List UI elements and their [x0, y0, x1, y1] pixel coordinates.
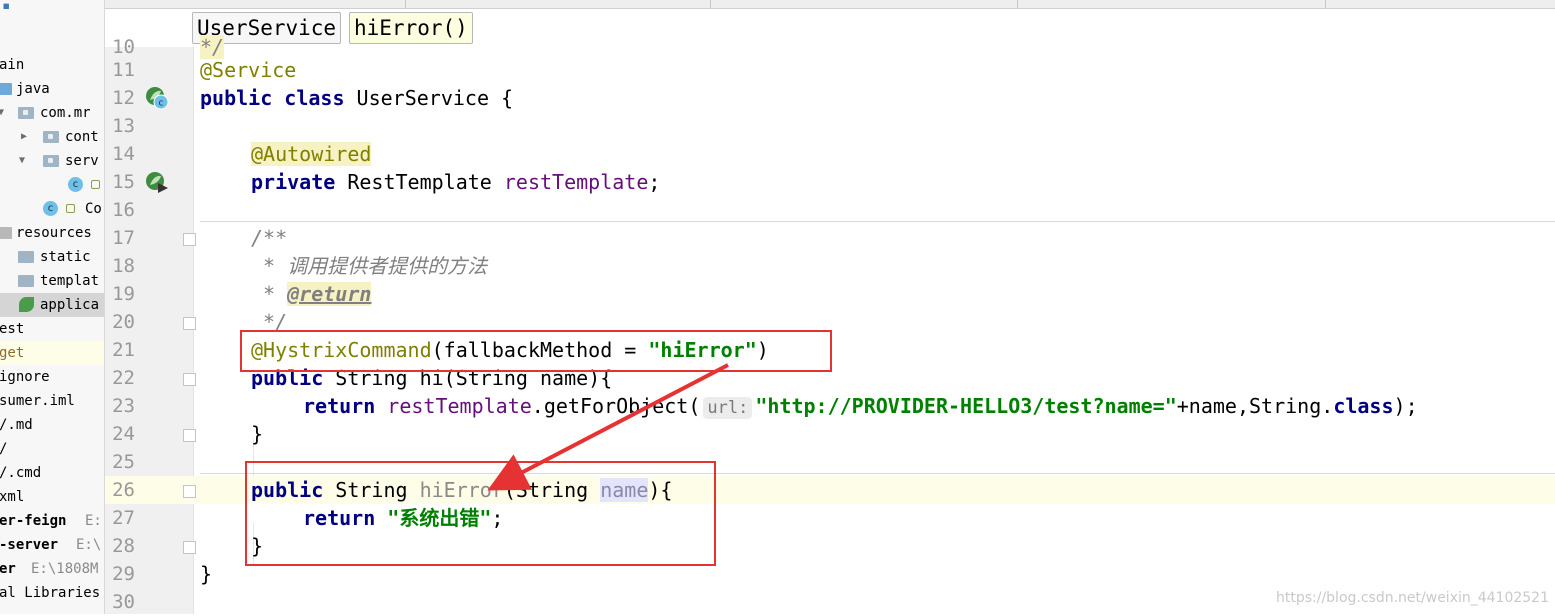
tree-item-help-md[interactable]: /.md	[0, 413, 104, 437]
fold-marker-icon[interactable]	[183, 317, 196, 330]
annotation-box-hystrix	[240, 330, 832, 372]
tree-item-target[interactable]: get	[0, 341, 104, 365]
project-tree: ▪ ain java ▼ com.mr ▶ cont ▼ serv c c Co…	[0, 0, 105, 614]
source-folder-icon	[0, 83, 12, 95]
tree-item-module-er[interactable]: er E:\1808M	[0, 557, 104, 581]
package-icon	[18, 107, 34, 119]
folder-icon	[18, 251, 34, 263]
tree-item-pom-xml[interactable]: xml	[0, 485, 104, 509]
tree-item-mvnw-cmd[interactable]: /.cmd	[0, 461, 104, 485]
tree-item-main[interactable]: ain	[0, 53, 104, 77]
chevron-right-icon[interactable]: ▶	[21, 125, 27, 149]
code-line-17: 17 /**	[112, 226, 288, 250]
tree-item-application-yml[interactable]: applica	[0, 293, 104, 317]
spring-config-icon	[19, 297, 34, 312]
autowired-navigate-icon[interactable]	[145, 170, 169, 194]
watermark: https://blog.csdn.net/weixin_44102521	[1275, 590, 1549, 606]
tree-item-module-feign[interactable]: er-feign E:	[0, 509, 104, 533]
code-line-23: 23 return restTemplate.getForObject(url:…	[112, 394, 1418, 419]
code-line-13: 13	[112, 115, 135, 137]
fold-marker-icon[interactable]	[183, 429, 196, 442]
tree-item[interactable]: ▪	[0, 0, 104, 28]
folder-icon	[18, 275, 34, 287]
fold-marker-icon[interactable]	[183, 233, 196, 246]
tree-item-userservice[interactable]: c	[0, 173, 104, 197]
tree-item-application-class[interactable]: c Co	[0, 197, 104, 221]
tree-item-templates[interactable]: templat	[0, 269, 104, 293]
code-line-14: 14 @Autowired	[112, 142, 372, 166]
spring-boot-class-icon: c	[43, 201, 58, 216]
tree-item-iml[interactable]: sumer.iml	[0, 389, 104, 413]
code-line-24: 24 }	[112, 422, 264, 446]
package-icon	[43, 155, 59, 167]
lock-icon	[91, 180, 100, 189]
lock-icon	[66, 204, 75, 213]
code-line-15: 15 private RestTemplate restTemplate;	[112, 170, 661, 194]
resources-folder-icon	[0, 227, 12, 239]
tree-item-controller[interactable]: ▶ cont	[0, 125, 104, 149]
editor-tab-strip[interactable]	[105, 0, 1555, 9]
fold-marker-icon[interactable]	[183, 485, 196, 498]
tree-item-static[interactable]: static	[0, 245, 104, 269]
tree-item-service[interactable]: ▼ serv	[0, 149, 104, 173]
svg-text:c: c	[159, 99, 164, 109]
tree-item-module-server[interactable]: -server E:\	[0, 533, 104, 557]
fold-marker-icon[interactable]	[183, 373, 196, 386]
spring-bean-class-icon[interactable]: c	[145, 86, 169, 110]
tree-item-resources[interactable]: resources	[0, 221, 104, 245]
annotation-box-fallback	[245, 461, 716, 566]
code-line-18: 18 * 调用提供者提供的方法	[112, 254, 488, 278]
tree-item-java[interactable]: java	[0, 77, 104, 101]
tree-item-external-libraries[interactable]: al Libraries	[0, 581, 104, 605]
tree-item-package-root[interactable]: ▼ com.mr	[0, 101, 104, 125]
chevron-down-icon[interactable]: ▼	[19, 149, 25, 173]
code-line-19: 19 * @return	[112, 282, 372, 306]
tree-item-test[interactable]: est	[0, 317, 104, 341]
class-icon: c	[68, 177, 83, 192]
tree-item-mvnw[interactable]: /	[0, 437, 104, 461]
code-line-11: 11 @Service	[112, 58, 297, 82]
tree-item-gitignore[interactable]: ignore	[0, 365, 104, 389]
code-line-16: 16	[112, 199, 135, 221]
code-line-12: 12 c public class UserService {	[112, 86, 514, 110]
chevron-down-icon[interactable]: ▼	[0, 101, 4, 125]
package-icon	[43, 131, 59, 143]
parameter-hint: url:	[703, 397, 753, 419]
fold-marker-icon[interactable]	[183, 541, 196, 554]
